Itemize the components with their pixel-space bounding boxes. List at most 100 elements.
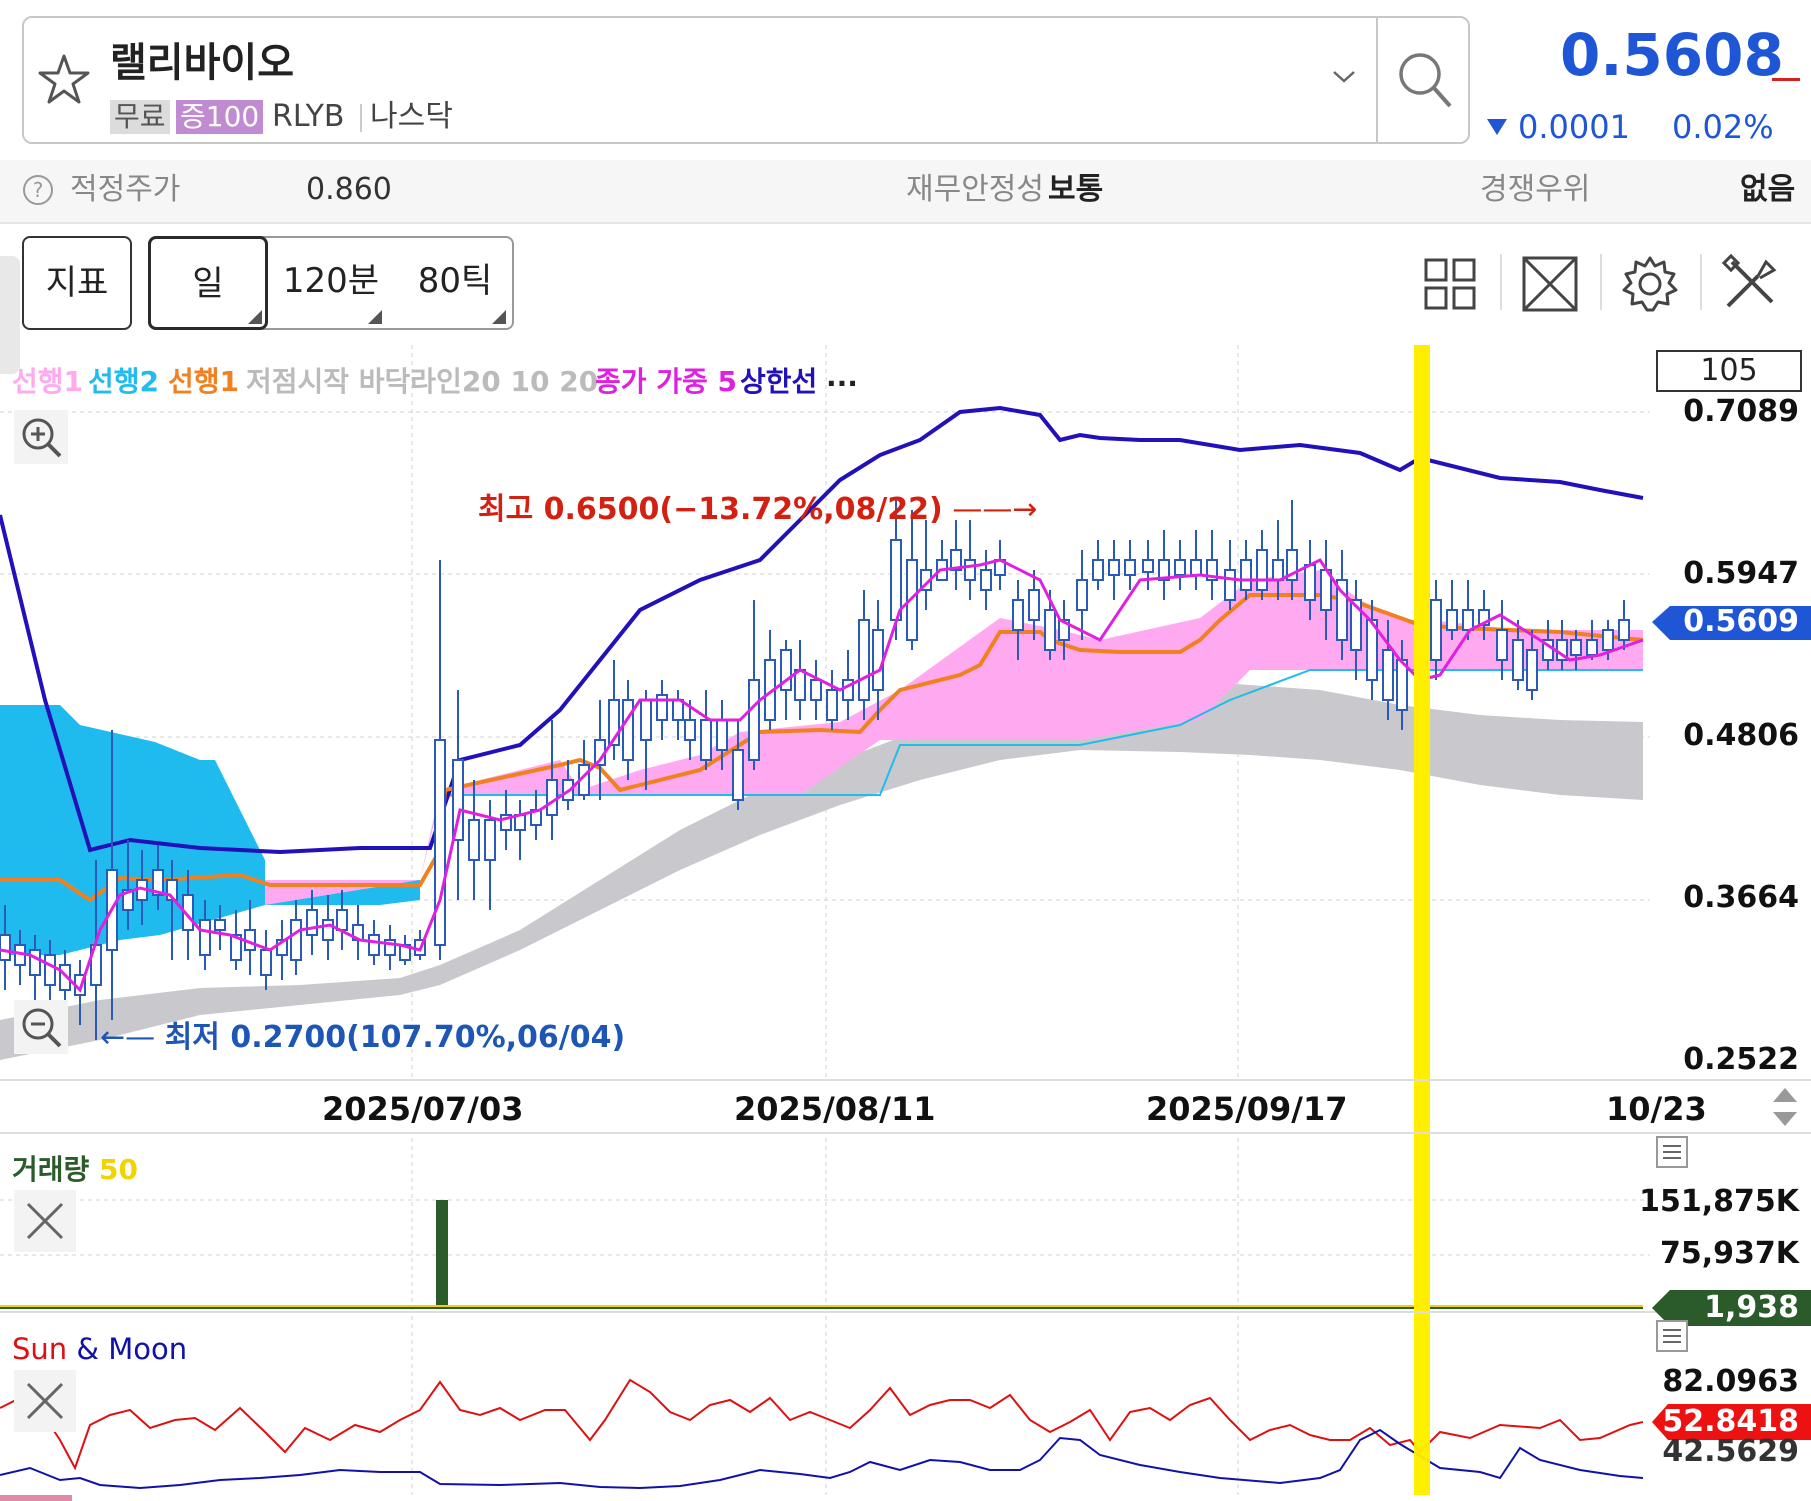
free-badge: 무료 xyxy=(110,100,170,134)
favorite-star-icon[interactable] xyxy=(36,52,92,108)
candle-body xyxy=(1446,609,1458,631)
price-tick: 0.3664 xyxy=(1683,880,1799,915)
candle-body xyxy=(1124,559,1136,576)
high-annotation: 최고 0.6500(−13.72%,08/22) ——→ xyxy=(478,492,1038,527)
legend-bottom-line: 저점시작 바닥라인20 10 20 xyxy=(246,365,599,398)
candle-body xyxy=(44,954,56,986)
fair-price-label: 적정주가 xyxy=(70,172,181,207)
price-tick: 0.2522 xyxy=(1683,1042,1799,1077)
legend-more[interactable]: ... xyxy=(826,360,858,393)
price-tick: 0.5947 xyxy=(1683,556,1799,591)
candle-body xyxy=(1256,549,1268,591)
indicator-button[interactable]: 지표 xyxy=(22,236,132,330)
date-tick: 2025/07/03 xyxy=(322,1090,524,1128)
price-marker xyxy=(1772,78,1800,81)
search-divider xyxy=(1376,16,1378,144)
moon-line xyxy=(0,1428,1644,1490)
candle-body xyxy=(858,619,870,701)
candle-body xyxy=(1190,559,1202,576)
close-sunmoon-icon[interactable] xyxy=(14,1370,76,1432)
candle-body xyxy=(199,919,211,956)
low-annotation: ←— 최저 0.2700(107.70%,06/04) xyxy=(100,1020,626,1055)
candle-body xyxy=(214,919,226,931)
stability-value: 보통 xyxy=(1048,172,1104,207)
day-menu-corner xyxy=(248,310,262,324)
date-tick: 2025/09/17 xyxy=(1146,1090,1348,1128)
candle-body xyxy=(468,819,480,861)
sunmoon-title-sun: Sun xyxy=(12,1332,68,1366)
price-change-percent: 0.02% xyxy=(1672,108,1774,146)
candle-body xyxy=(964,559,976,581)
date-tick: 2025/08/11 xyxy=(734,1090,936,1128)
expand-icon[interactable] xyxy=(1518,252,1582,316)
current-price-tag-text: 0.5609 xyxy=(1683,604,1799,639)
candle-body xyxy=(748,679,760,761)
down-arrow-icon xyxy=(1487,119,1507,135)
search-icon[interactable] xyxy=(1394,48,1454,112)
candle-body xyxy=(684,719,696,741)
sunmoon-menu-icon[interactable] xyxy=(1656,1320,1688,1352)
margin-badge: 증100 xyxy=(176,100,264,134)
zoom-in-icon[interactable] xyxy=(14,410,68,464)
high-annotation-text: 최고 0.6500(−13.72%,08/22) xyxy=(478,492,943,527)
candle-body xyxy=(700,719,712,761)
volume-highlight xyxy=(1414,1135,1430,1311)
volume-gridlines xyxy=(0,1138,1650,1310)
candle-body xyxy=(434,739,446,946)
sun-line xyxy=(0,1378,1644,1471)
sunmoon-gridlines xyxy=(411,1316,1239,1495)
toolbar-divider xyxy=(1600,254,1602,310)
volume-period: 50 xyxy=(99,1153,138,1186)
legend-lead1-orange: 선행1 xyxy=(168,365,240,398)
candle-body xyxy=(622,699,634,761)
settings-icon[interactable] xyxy=(1618,252,1682,316)
candle-body xyxy=(716,719,728,751)
candle-body xyxy=(336,909,348,931)
close-volume-icon[interactable] xyxy=(14,1190,76,1252)
candle-body xyxy=(1430,599,1442,661)
stock-name: 랠리바이오 xyxy=(110,40,294,86)
legend-upper-band: 상한선 xyxy=(740,365,818,398)
competitive-label: 경쟁우위 xyxy=(1480,172,1591,207)
candle-body xyxy=(260,949,272,976)
volume-spike-bar xyxy=(436,1200,448,1308)
candle-body xyxy=(290,919,302,961)
candle-body xyxy=(672,699,684,721)
candle-body xyxy=(1602,629,1614,651)
axis-scroll-icon[interactable] xyxy=(1770,1086,1800,1128)
svg-text:?: ? xyxy=(33,178,44,202)
candle-body xyxy=(368,934,380,956)
help-icon[interactable]: ? xyxy=(22,174,54,206)
price-box-value: 105 xyxy=(1656,350,1802,392)
fair-price-value: 0.860 xyxy=(306,172,392,207)
tools-icon[interactable] xyxy=(1718,252,1782,316)
stability-label: 재무안정성 xyxy=(906,172,1044,207)
candle-body xyxy=(1570,639,1582,656)
candle-body xyxy=(322,919,334,941)
sunmoon-top-value: 82.0963 xyxy=(1662,1364,1799,1399)
price-change-value: 0.0001 xyxy=(1518,108,1630,146)
candle-body xyxy=(29,949,41,976)
sunmoon-current-tag-text: 52.8418 xyxy=(1662,1404,1799,1439)
zoom-out-icon[interactable] xyxy=(14,1000,68,1054)
volume-title-row: 거래량 50 xyxy=(12,1148,138,1188)
grid-layout-icon[interactable] xyxy=(1418,252,1482,316)
candle-body xyxy=(826,689,838,721)
candle-body xyxy=(1462,609,1474,631)
tick-menu-corner xyxy=(492,310,506,324)
candle-body xyxy=(1028,589,1040,621)
volume-menu-icon[interactable] xyxy=(1656,1136,1688,1168)
ticker-divider xyxy=(360,104,362,132)
price-tick: 0.4806 xyxy=(1683,718,1799,753)
sunmoon-title-amp: & xyxy=(76,1332,100,1366)
candle-body xyxy=(1174,559,1186,576)
candle-body xyxy=(1586,639,1598,656)
candle-body xyxy=(546,779,558,816)
candle-body xyxy=(732,749,744,801)
candle-body xyxy=(980,569,992,591)
chevron-down-icon[interactable] xyxy=(1330,66,1358,86)
toolbar-divider xyxy=(1500,254,1502,310)
candle-body xyxy=(1618,619,1630,641)
candle-body xyxy=(1512,639,1524,681)
sunmoon-title-row: Sun & Moon xyxy=(12,1332,187,1366)
